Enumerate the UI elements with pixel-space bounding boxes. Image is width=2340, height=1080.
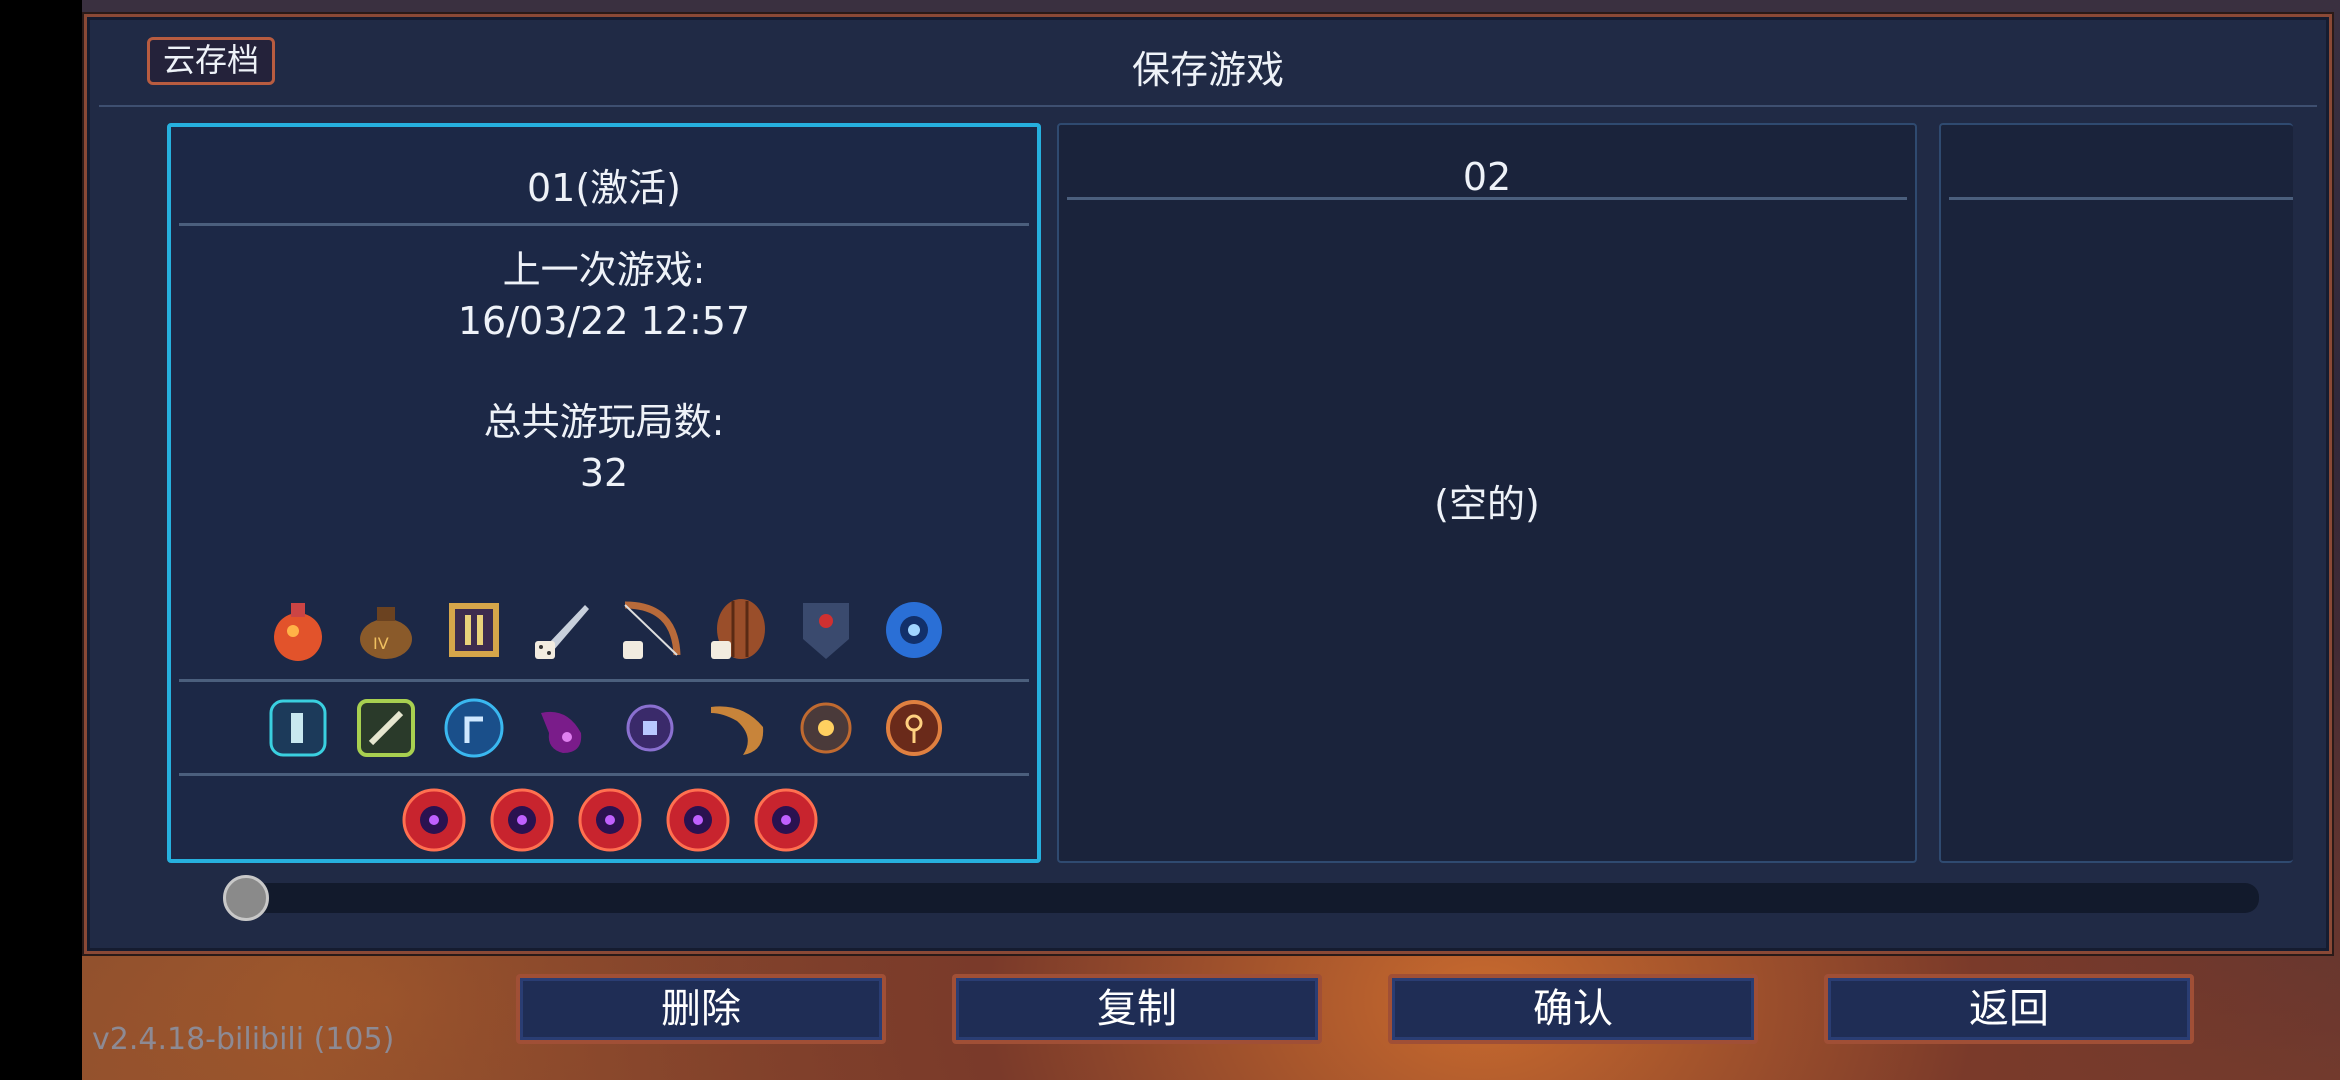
bow-icon bbox=[615, 595, 685, 665]
boss-cell-icon bbox=[575, 785, 645, 855]
slot-divider bbox=[179, 773, 1029, 776]
slot-title: 02 bbox=[1462, 155, 1512, 199]
boss-cell-icon bbox=[751, 785, 821, 855]
page-title: 保存游戏 bbox=[1131, 48, 1284, 92]
empty-slot-label: (空的) bbox=[1434, 482, 1540, 526]
slot-divider bbox=[179, 223, 1029, 226]
teleport-rune-icon bbox=[439, 693, 509, 763]
version-label: v2.4.18-bilibili (105) bbox=[92, 1022, 395, 1057]
eye-rune-icon bbox=[879, 595, 949, 665]
horn-icon bbox=[703, 693, 773, 763]
slot-title: 01(激活) bbox=[526, 166, 681, 210]
last-played-value: 16/03/22 12:57 bbox=[457, 299, 751, 343]
scrollbar-thumb[interactable] bbox=[223, 875, 269, 921]
vine-rune-icon bbox=[263, 693, 333, 763]
copy-button[interactable]: 复制 bbox=[952, 974, 1322, 1044]
confirm-button[interactable]: 确认 bbox=[1388, 974, 1758, 1044]
last-played-label: 上一次游戏: bbox=[502, 248, 706, 292]
delete-button[interactable]: 删除 bbox=[516, 974, 886, 1044]
boss-cell-icon bbox=[487, 785, 557, 855]
shield-icon bbox=[703, 595, 773, 665]
scroll-icon bbox=[439, 595, 509, 665]
hook-icon bbox=[527, 693, 597, 763]
back-button[interactable]: 返回 bbox=[1824, 974, 2194, 1044]
slot-divider bbox=[1949, 197, 2293, 200]
flask-icon bbox=[263, 595, 333, 665]
header-divider bbox=[99, 105, 2317, 107]
equipment-row: IV bbox=[263, 595, 949, 665]
boss-cell-icon bbox=[663, 785, 733, 855]
rune-row bbox=[263, 693, 949, 763]
wrench-rune-icon bbox=[351, 693, 421, 763]
total-runs-label: 总共游玩局数: bbox=[483, 400, 725, 444]
key-rune-icon bbox=[879, 693, 949, 763]
horizontal-scrollbar-track[interactable] bbox=[227, 883, 2259, 913]
money-bag-icon: IV bbox=[351, 595, 421, 665]
save-game-panel: 云存档 保存游戏 01(激活) 上一次游戏: 16/03/22 12:57 总共… bbox=[84, 14, 2332, 954]
svg-text:IV: IV bbox=[373, 634, 389, 653]
dagger-icon bbox=[527, 595, 597, 665]
total-runs-value: 32 bbox=[579, 451, 629, 495]
boss-cell-icon bbox=[399, 785, 469, 855]
slot-divider bbox=[1067, 197, 1907, 200]
spider-rune-icon bbox=[615, 693, 685, 763]
save-slot-02[interactable]: 02 (空的) bbox=[1057, 123, 1917, 863]
spider-icon bbox=[791, 693, 861, 763]
save-slot-01[interactable]: 01(激活) 上一次游戏: 16/03/22 12:57 总共游玩局数: 32 … bbox=[167, 123, 1041, 863]
armor-icon bbox=[791, 595, 861, 665]
boss-cell-row bbox=[399, 785, 821, 855]
slot-divider bbox=[179, 679, 1029, 682]
save-slot-03[interactable] bbox=[1939, 123, 2293, 863]
